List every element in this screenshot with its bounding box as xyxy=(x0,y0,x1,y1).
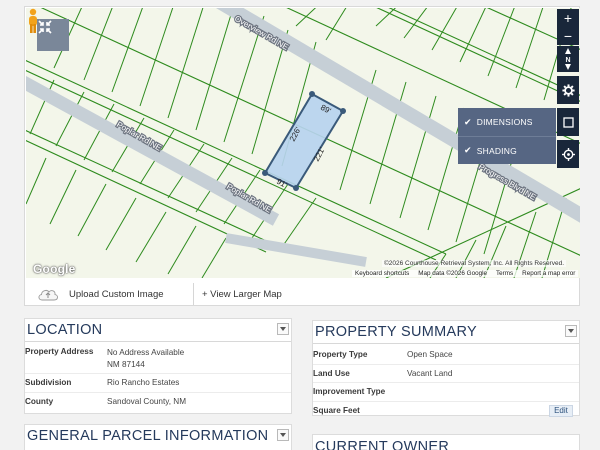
locate-button[interactable] xyxy=(557,140,579,168)
zoom-out-button[interactable]: − xyxy=(557,27,579,45)
report-error-link[interactable]: Report a map error xyxy=(522,270,575,277)
field-label: Property Address xyxy=(25,347,94,356)
svg-text:N: N xyxy=(565,57,570,64)
map-data-text: Map data ©2026 Google xyxy=(418,270,487,277)
view-larger-map-button[interactable]: + View Larger Map xyxy=(193,283,282,305)
collapse-map-button[interactable] xyxy=(37,19,69,51)
location-dropdown[interactable] xyxy=(277,323,289,335)
layer-toggle-shading[interactable]: ✔ SHADING xyxy=(458,136,556,164)
chevron-down-icon xyxy=(280,327,286,331)
map-footer-links: Keyboard shortcuts Map data ©2026 Google… xyxy=(352,270,579,277)
general-dropdown[interactable] xyxy=(277,429,289,441)
info-row: Property Type Open Space xyxy=(313,346,579,365)
location-title: LOCATION xyxy=(27,322,103,338)
chevron-down-icon xyxy=(568,329,574,333)
field-value: Rio Rancho Estates xyxy=(107,378,180,388)
layer-label: DIMENSIONS xyxy=(476,117,533,127)
summary-dropdown[interactable] xyxy=(565,325,577,337)
field-value: NM 87144 xyxy=(107,360,145,369)
compass-control[interactable]: N xyxy=(557,46,579,72)
zoom-in-button[interactable]: + xyxy=(557,9,579,27)
settings-button[interactable] xyxy=(557,76,579,104)
location-panel: LOCATION Property Address No Address Ava… xyxy=(24,318,292,414)
edit-square-feet-button[interactable]: Edit xyxy=(549,404,573,417)
owner-title: CURRENT OWNER xyxy=(315,439,450,450)
upload-custom-image-button[interactable]: Upload Custom Image xyxy=(37,283,164,305)
general-parcel-panel: GENERAL PARCEL INFORMATION xyxy=(24,424,292,450)
info-row: Subdivision Rio Rancho Estates xyxy=(25,374,291,393)
map-card: Overview Rd NE Poplar Rd NE Poplar Rd NE… xyxy=(24,6,580,306)
keyboard-shortcuts-link[interactable]: Keyboard shortcuts xyxy=(355,270,409,277)
terms-link[interactable]: Terms xyxy=(496,270,513,277)
layer-label: SHADING xyxy=(476,145,517,156)
info-row: Land Use Vacant Land xyxy=(313,365,579,383)
field-label: Square Feet xyxy=(313,406,360,416)
field-value: No Address Available xyxy=(107,348,185,357)
chevron-down-icon xyxy=(280,433,286,437)
cloud-upload-icon xyxy=(38,289,58,301)
info-row: Property Address No Address Available NM… xyxy=(25,344,291,374)
google-logo: Google xyxy=(33,262,76,276)
field-value: Sandoval County, NM xyxy=(107,397,187,407)
property-summary-panel: PROPERTY SUMMARY Property Type Open Spac… xyxy=(312,320,580,417)
compass-icon: N xyxy=(565,48,571,70)
gear-icon xyxy=(561,83,575,97)
upload-label: Upload Custom Image xyxy=(69,288,164,300)
street-view-pegman-icon[interactable] xyxy=(26,8,40,34)
layer-toggle-dimensions[interactable]: ✔ DIMENSIONS xyxy=(458,108,556,136)
checkmark-icon: ✔ xyxy=(464,116,472,127)
field-value: Open Space xyxy=(407,350,453,360)
info-row: Square Feet Edit xyxy=(313,402,579,421)
map-type-button[interactable] xyxy=(557,108,579,136)
current-owner-panel: CURRENT OWNER xyxy=(312,434,580,450)
info-row: County Sandoval County, NM xyxy=(25,393,291,412)
map-attribution: ©2026 Courthouse Retrieval System, Inc. … xyxy=(382,260,567,267)
layer-panel: ✔ DIMENSIONS ✔ SHADING xyxy=(458,108,556,164)
square-icon xyxy=(562,116,574,128)
parcel-map[interactable]: Overview Rd NE Poplar Rd NE Poplar Rd NE… xyxy=(26,8,580,278)
field-label: Land Use xyxy=(313,368,350,378)
summary-title: PROPERTY SUMMARY xyxy=(315,324,477,340)
field-label: Improvement Type xyxy=(313,387,386,397)
property-page: Overview Rd NE Poplar Rd NE Poplar Rd NE… xyxy=(0,0,600,450)
field-label: Property Type xyxy=(313,350,368,360)
field-value: Vacant Land xyxy=(407,368,453,378)
crosshair-icon xyxy=(561,147,575,161)
checkmark-icon: ✔ xyxy=(464,145,472,155)
field-label: County xyxy=(25,397,54,407)
info-row: Improvement Type xyxy=(313,383,579,402)
field-label: Subdivision xyxy=(25,378,72,388)
general-title: GENERAL PARCEL INFORMATION xyxy=(27,428,269,444)
